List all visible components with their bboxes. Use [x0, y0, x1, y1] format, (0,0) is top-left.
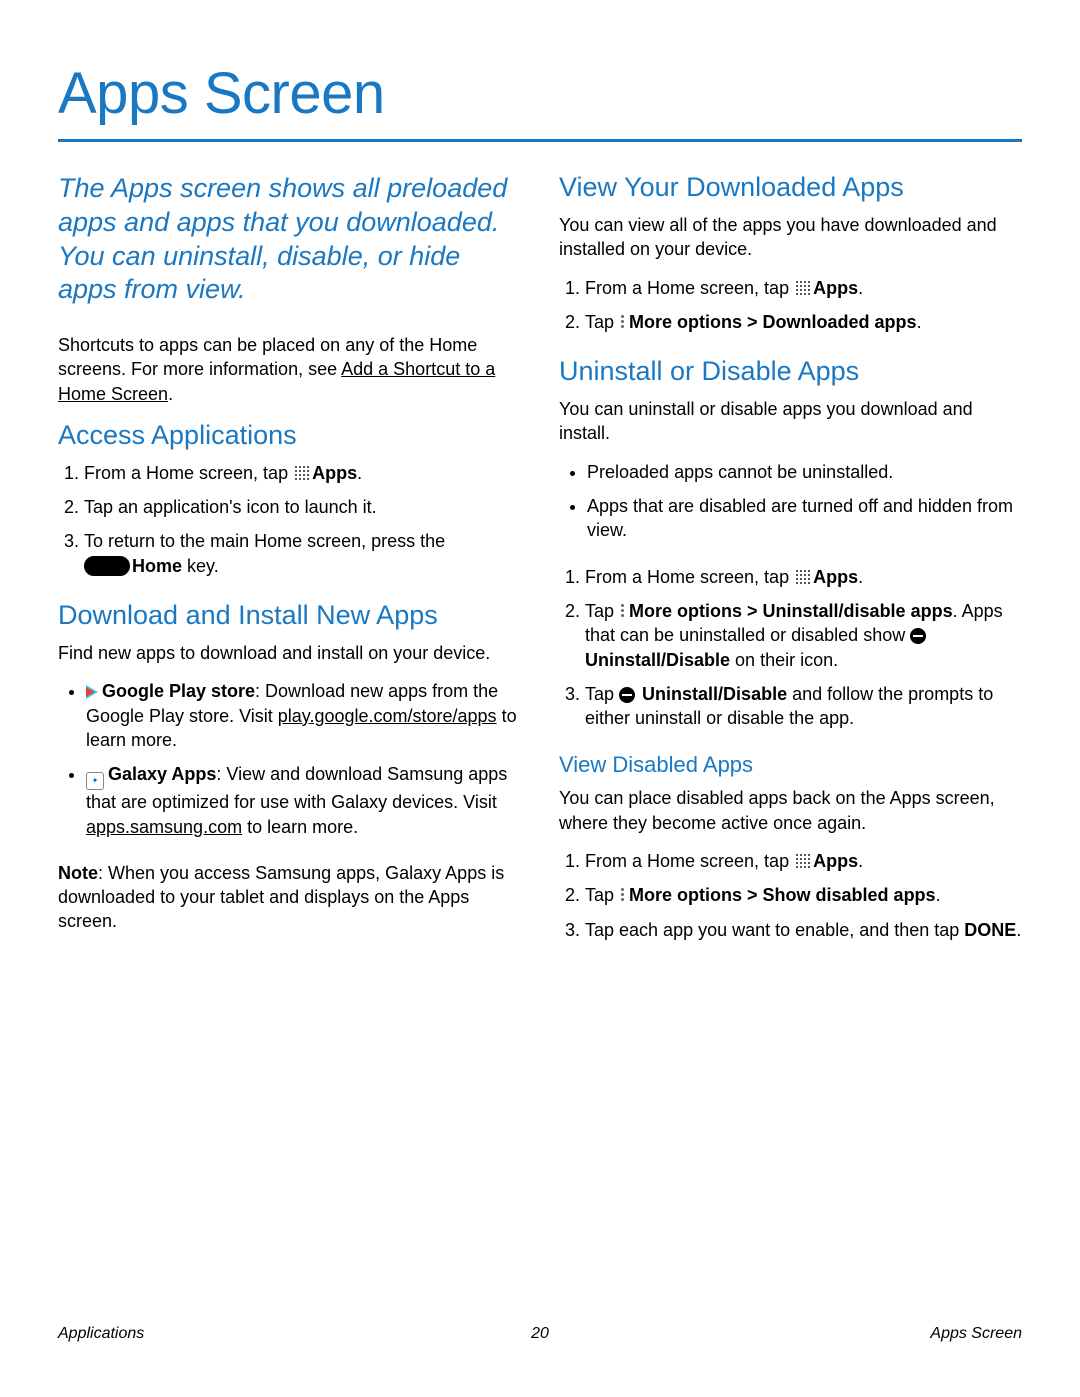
text: Tap each app you want to enable, and the…: [585, 920, 964, 940]
access-heading: Access Applications: [58, 420, 521, 451]
text: : When you access Samsung apps, Galaxy A…: [58, 863, 504, 932]
samsung-apps-link[interactable]: apps.samsung.com: [86, 817, 242, 837]
text: Uninstall/Disable: [642, 684, 787, 704]
text: Note: [58, 863, 98, 883]
text: From a Home screen, tap: [585, 278, 794, 298]
uninstall-heading: Uninstall or Disable Apps: [559, 356, 1022, 387]
download-list: Google Play store: Download new apps fro…: [58, 679, 521, 838]
text: Tap: [585, 684, 619, 704]
text: .: [168, 384, 173, 404]
left-column: The Apps screen shows all preloaded apps…: [58, 172, 521, 964]
text: DONE: [964, 920, 1016, 940]
text: .: [936, 885, 941, 905]
list-item: From a Home screen, tap Apps.: [84, 461, 521, 485]
view-disabled-intro: You can place disabled apps back on the …: [559, 786, 1022, 835]
text: Google Play store: [102, 681, 255, 701]
view-disabled-steps: From a Home screen, tap Apps. Tap More o…: [559, 849, 1022, 942]
list-item: ✦Galaxy Apps: View and download Samsung …: [86, 762, 521, 839]
list-item: From a Home screen, tap Apps.: [585, 849, 1022, 873]
apps-grid-icon: [796, 854, 811, 869]
text: key.: [182, 556, 219, 576]
list-item: Tap Uninstall/Disable and follow the pro…: [585, 682, 1022, 731]
text: Apps: [813, 851, 858, 871]
minus-circle-icon: [619, 687, 635, 703]
text: Apps: [813, 567, 858, 587]
more-options-icon: [620, 314, 626, 330]
text: to learn more.: [242, 817, 358, 837]
apps-grid-icon: [796, 281, 811, 296]
view-downloaded-steps: From a Home screen, tap Apps. Tap More o…: [559, 276, 1022, 335]
text: .: [858, 851, 863, 871]
more-options-icon: [620, 887, 626, 903]
footer-page-number: 20: [531, 1325, 549, 1343]
uninstall-steps: From a Home screen, tap Apps. Tap More o…: [559, 565, 1022, 731]
list-item: Tap More options > Show disabled apps.: [585, 883, 1022, 907]
text: Tap: [585, 601, 619, 621]
text: Uninstall/Disable: [585, 650, 730, 670]
text: .: [858, 567, 863, 587]
intro-text: The Apps screen shows all preloaded apps…: [58, 172, 521, 307]
footer-right: Apps Screen: [930, 1325, 1022, 1343]
text: .: [917, 312, 922, 332]
list-item: Apps that are disabled are turned off an…: [587, 494, 1022, 543]
text: From a Home screen, tap: [585, 567, 794, 587]
title-rule: [58, 139, 1022, 142]
access-steps: From a Home screen, tap Apps. Tap an app…: [58, 461, 521, 578]
shortcuts-paragraph: Shortcuts to apps can be placed on any o…: [58, 333, 521, 406]
text: To return to the main Home screen, press…: [84, 531, 445, 551]
text: on their icon.: [730, 650, 838, 670]
download-heading: Download and Install New Apps: [58, 600, 521, 631]
text: More options > Uninstall/disable apps: [629, 601, 953, 621]
download-note: Note: When you access Samsung apps, Gala…: [58, 861, 521, 934]
footer-left: Applications: [58, 1325, 144, 1343]
list-item: From a Home screen, tap Apps.: [585, 276, 1022, 300]
home-key-icon: [84, 556, 130, 576]
uninstall-intro: You can uninstall or disable apps you do…: [559, 397, 1022, 446]
list-item: Tap each app you want to enable, and the…: [585, 918, 1022, 942]
more-options-icon: [620, 603, 626, 619]
page-footer: Applications 20 Apps Screen: [58, 1325, 1022, 1343]
text: Galaxy Apps: [108, 764, 216, 784]
list-item: Google Play store: Download new apps fro…: [86, 679, 521, 752]
view-downloaded-intro: You can view all of the apps you have do…: [559, 213, 1022, 262]
list-item: Tap More options > Downloaded apps.: [585, 310, 1022, 334]
text: From a Home screen, tap: [84, 463, 293, 483]
text: Apps: [813, 278, 858, 298]
content-columns: The Apps screen shows all preloaded apps…: [58, 172, 1022, 964]
play-store-icon: [86, 685, 98, 699]
text: From a Home screen, tap: [585, 851, 794, 871]
text: .: [357, 463, 362, 483]
download-intro: Find new apps to download and install on…: [58, 641, 521, 665]
text: .: [858, 278, 863, 298]
galaxy-apps-icon: ✦: [86, 772, 104, 790]
play-store-link[interactable]: play.google.com/store/apps: [278, 706, 497, 726]
list-item: Tap More options > Uninstall/disable app…: [585, 599, 1022, 672]
right-column: View Your Downloaded Apps You can view a…: [559, 172, 1022, 964]
text: Tap: [585, 312, 619, 332]
list-item: From a Home screen, tap Apps.: [585, 565, 1022, 589]
text: More options > Show disabled apps: [629, 885, 936, 905]
text: Apps: [312, 463, 357, 483]
text: Tap: [585, 885, 619, 905]
list-item: Tap an application's icon to launch it.: [84, 495, 521, 519]
view-disabled-heading: View Disabled Apps: [559, 752, 1022, 778]
uninstall-bullets: Preloaded apps cannot be uninstalled. Ap…: [559, 460, 1022, 543]
apps-grid-icon: [796, 570, 811, 585]
view-downloaded-heading: View Your Downloaded Apps: [559, 172, 1022, 203]
list-item: To return to the main Home screen, press…: [84, 529, 521, 578]
text: Home: [132, 556, 182, 576]
text: .: [1016, 920, 1021, 940]
apps-grid-icon: [295, 466, 310, 481]
text: More options > Downloaded apps: [629, 312, 917, 332]
minus-circle-icon: [910, 628, 926, 644]
list-item: Preloaded apps cannot be uninstalled.: [587, 460, 1022, 484]
page-title: Apps Screen: [58, 60, 1022, 127]
